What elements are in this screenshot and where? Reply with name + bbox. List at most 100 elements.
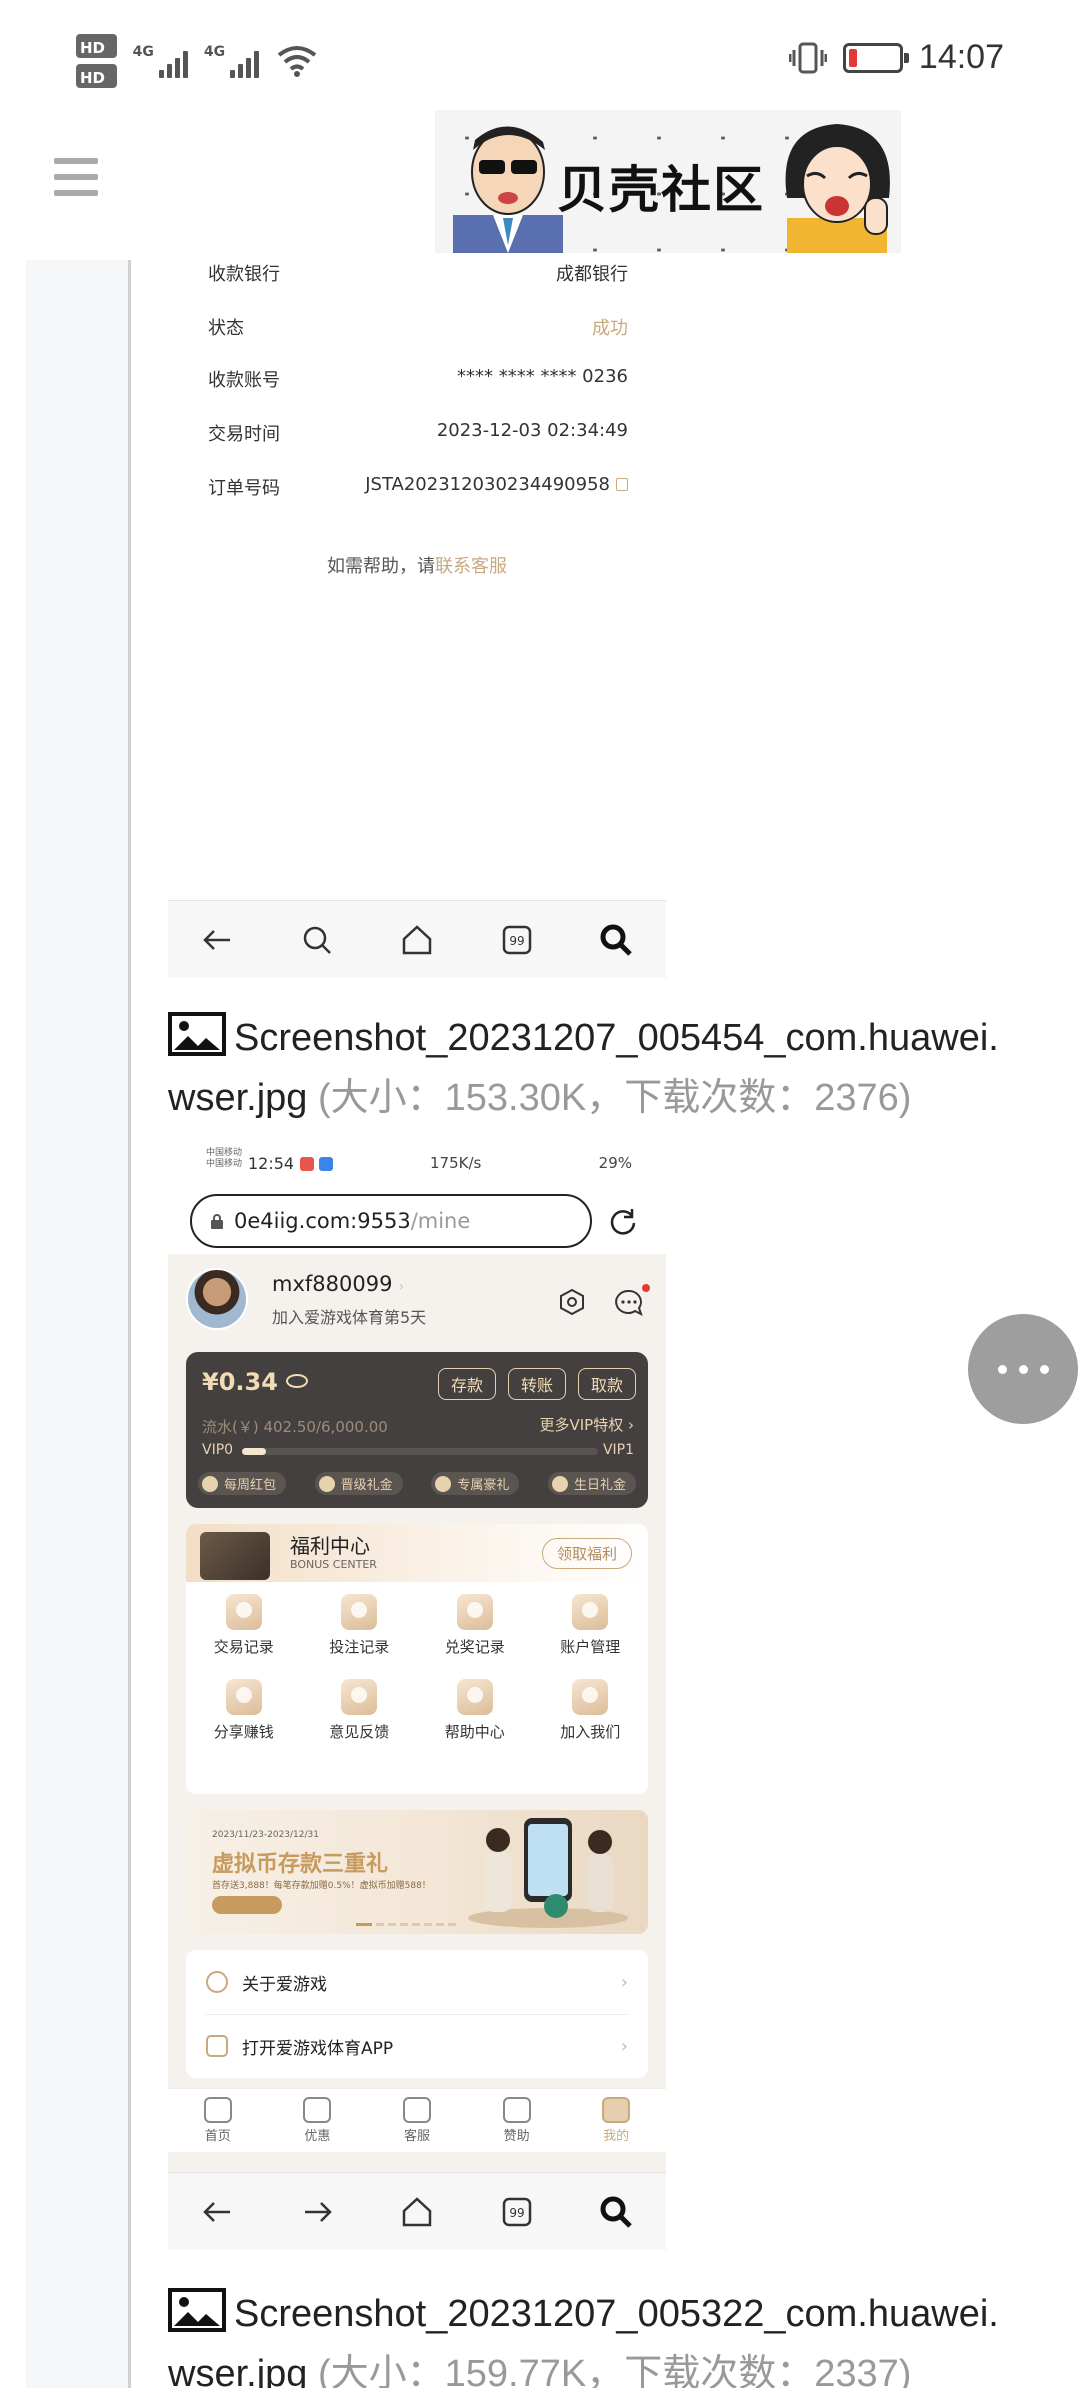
detail-value: 成都银行 <box>556 264 628 285</box>
attachment-image-1[interactable]: 收款银行 成都银行 状态 成功 收款账号 **** **** **** 0236… <box>168 260 666 978</box>
detail-value-order: JSTA202312030234490958 <box>365 474 628 500</box>
logo-cartoon-woman <box>785 124 890 253</box>
home-icon[interactable] <box>399 922 435 958</box>
help-line: 如需帮助，请联系客服 <box>168 552 666 578</box>
app-icon <box>206 2035 228 2057</box>
deposit-button[interactable]: 存款 <box>437 1368 496 1400</box>
vip-perks: 每周红包 晋级礼金 专属豪礼 生日礼金 <box>198 1472 636 1495</box>
copy-icon[interactable] <box>616 478 628 491</box>
avatar[interactable] <box>186 1268 248 1330</box>
attachment-meta: (大小：153.30K，下载次数：2376) <box>317 1077 912 1119</box>
promo-tab-icon <box>303 2097 332 2123</box>
attachment-meta: (大小：159.77K，下载次数：2337) <box>317 2353 912 2388</box>
wallet-card: ¥0.34 存款 转账 取款 流水(￥) 402.50/6,000.00 更多V… <box>186 1352 648 1508</box>
attachment-name-cont[interactable]: wser.jpg <box>168 2353 307 2388</box>
detail-row-order: 订单号码 JSTA202312030234490958 <box>208 474 628 500</box>
message-icon[interactable] <box>614 1288 644 1318</box>
tab-promos[interactable]: 优惠 <box>303 2097 332 2144</box>
grid-item-join[interactable]: 加入我们 <box>533 1679 649 1742</box>
forum-header: 贝壳社区 <box>0 110 1080 260</box>
grid-item-help[interactable]: 帮助中心 <box>417 1679 533 1742</box>
svg-text:99: 99 <box>509 2206 524 2220</box>
more-options-button[interactable] <box>968 1314 1078 1424</box>
menu-icon[interactable] <box>54 158 98 196</box>
promo-banner[interactable]: 2023/11/23-2023/12/31 虚拟币存款三重礼 首存送3,888！… <box>186 1810 648 1934</box>
net-type-sim2: 4G <box>203 44 226 60</box>
hd2-badge: HD2 <box>76 64 117 88</box>
detail-value: 成功 <box>592 318 628 339</box>
image-file-icon <box>168 2288 226 2332</box>
transfer-button[interactable]: 转账 <box>507 1368 566 1400</box>
detail-label: 订单号码 <box>208 478 280 499</box>
account-icon <box>572 1594 609 1630</box>
transactions-icon <box>225 1594 262 1630</box>
vip-current: VIP0 <box>202 1442 234 1458</box>
more-vip-link[interactable]: 更多VIP特权 › <box>540 1414 635 1435</box>
eye-icon[interactable] <box>285 1374 308 1388</box>
grid-item-share[interactable]: 分享赚钱 <box>186 1679 302 1742</box>
about-icon <box>206 1971 228 1993</box>
balance: ¥0.34 <box>202 1368 308 1396</box>
settings-hex-icon[interactable] <box>558 1288 586 1316</box>
welfare-header: 福利中心 BONUS CENTER 领取福利 <box>186 1524 648 1582</box>
status-time: 14:07 <box>918 38 1004 76</box>
welfare-subtitle: BONUS CENTER <box>290 1558 377 1571</box>
reload-icon[interactable] <box>608 1206 638 1236</box>
detail-row-bank: 收款银行 成都银行 <box>208 260 628 286</box>
withdraw-button[interactable]: 取款 <box>577 1368 636 1400</box>
home-icon[interactable] <box>399 2194 435 2230</box>
attachment-image-2[interactable]: 中国移动 中国移动 12:54 175K/s 29% 0e4iig.com:955… <box>168 1144 666 2250</box>
perk-promotion[interactable]: 晋级礼金 <box>314 1472 403 1495</box>
grid-item-feedback[interactable]: 意见反馈 <box>302 1679 418 1742</box>
vip-progress-fill <box>242 1448 266 1455</box>
contact-support-link[interactable]: 联系客服 <box>435 556 507 577</box>
banner-button[interactable] <box>212 1896 282 1914</box>
browser-search-icon[interactable] <box>598 922 634 958</box>
menu-item-open-app[interactable]: 打开爱游戏体育APP › <box>186 2014 648 2078</box>
detail-row-account: 收款账号 **** **** **** 0236 <box>208 366 628 392</box>
detail-value: 2023-12-03 02:34:49 <box>436 420 628 441</box>
wallet-actions: 存款 转账 取款 <box>437 1368 636 1400</box>
grid-item-bets[interactable]: 投注记录 <box>302 1594 418 1657</box>
perk-weekly[interactable]: 每周红包 <box>198 1472 287 1495</box>
attachment-name-cont[interactable]: wser.jpg <box>168 1077 307 1119</box>
banner-subtitle: 首存送3,888！每笔存款加赠0.5%！虚拟币加赠588！ <box>212 1881 431 1891</box>
join-icon <box>572 1679 609 1715</box>
claim-bonus-button[interactable]: 领取福利 <box>541 1538 632 1569</box>
menu-item-about[interactable]: 关于爱游戏 › <box>186 1950 648 2014</box>
attachment-name[interactable]: Screenshot_20231207_005454_com.huawei. <box>234 1017 999 1059</box>
username[interactable]: mxf880099 › <box>272 1272 404 1296</box>
mine-tab-icon <box>602 2097 631 2123</box>
post-divider-line <box>128 260 131 2388</box>
grid-item-account[interactable]: 账户管理 <box>533 1594 649 1657</box>
grid-item-transactions[interactable]: 交易记录 <box>186 1594 302 1657</box>
forum-logo[interactable]: 贝壳社区 <box>435 110 901 253</box>
detail-value: **** **** **** 0236 <box>457 366 628 387</box>
phone-status-bar: HD1 HD2 4G 4G 14:07 <box>0 0 1080 110</box>
vip-progress-bar <box>242 1448 598 1455</box>
tabs-count-icon[interactable]: 99 <box>499 2194 535 2230</box>
browser-search-icon[interactable] <box>598 2194 634 2230</box>
tab-support[interactable]: 客服 <box>402 2097 431 2144</box>
tab-home[interactable]: 首页 <box>203 2097 232 2144</box>
perk-icon <box>318 1475 335 1492</box>
tab-sponsor[interactable]: 赞助 <box>502 2097 531 2144</box>
search-icon[interactable] <box>299 922 335 958</box>
attachment-caption-2[interactable]: Screenshot_20231207_005322_com.huawei. w… <box>168 2284 1068 2388</box>
inner-status-bar: 中国移动 中国移动 12:54 175K/s 29% <box>168 1144 666 1184</box>
attachment-caption-1[interactable]: Screenshot_20231207_005454_com.huawei. w… <box>168 1008 1068 1128</box>
forward-icon[interactable] <box>299 2194 335 2230</box>
tabs-count-icon[interactable]: 99 <box>499 922 535 958</box>
back-icon[interactable] <box>200 2194 236 2230</box>
function-grid: 交易记录 投注记录 兑奖记录 账户管理 分享赚钱 意见反馈 帮助中心 加入我们 <box>186 1594 648 1742</box>
grid-item-redeem[interactable]: 兑奖记录 <box>417 1594 533 1657</box>
perk-icon <box>435 1475 452 1492</box>
tab-mine[interactable]: 我的 <box>602 2097 631 2144</box>
address-field[interactable]: 0e4iig.com:9553/mine <box>190 1194 592 1248</box>
attachment-name[interactable]: Screenshot_20231207_005322_com.huawei. <box>234 2293 999 2335</box>
perk-birthday[interactable]: 生日礼金 <box>547 1472 636 1495</box>
back-icon[interactable] <box>200 922 236 958</box>
share-icon <box>225 1679 262 1715</box>
detail-label: 收款银行 <box>208 264 280 285</box>
perk-exclusive[interactable]: 专属豪礼 <box>431 1472 520 1495</box>
